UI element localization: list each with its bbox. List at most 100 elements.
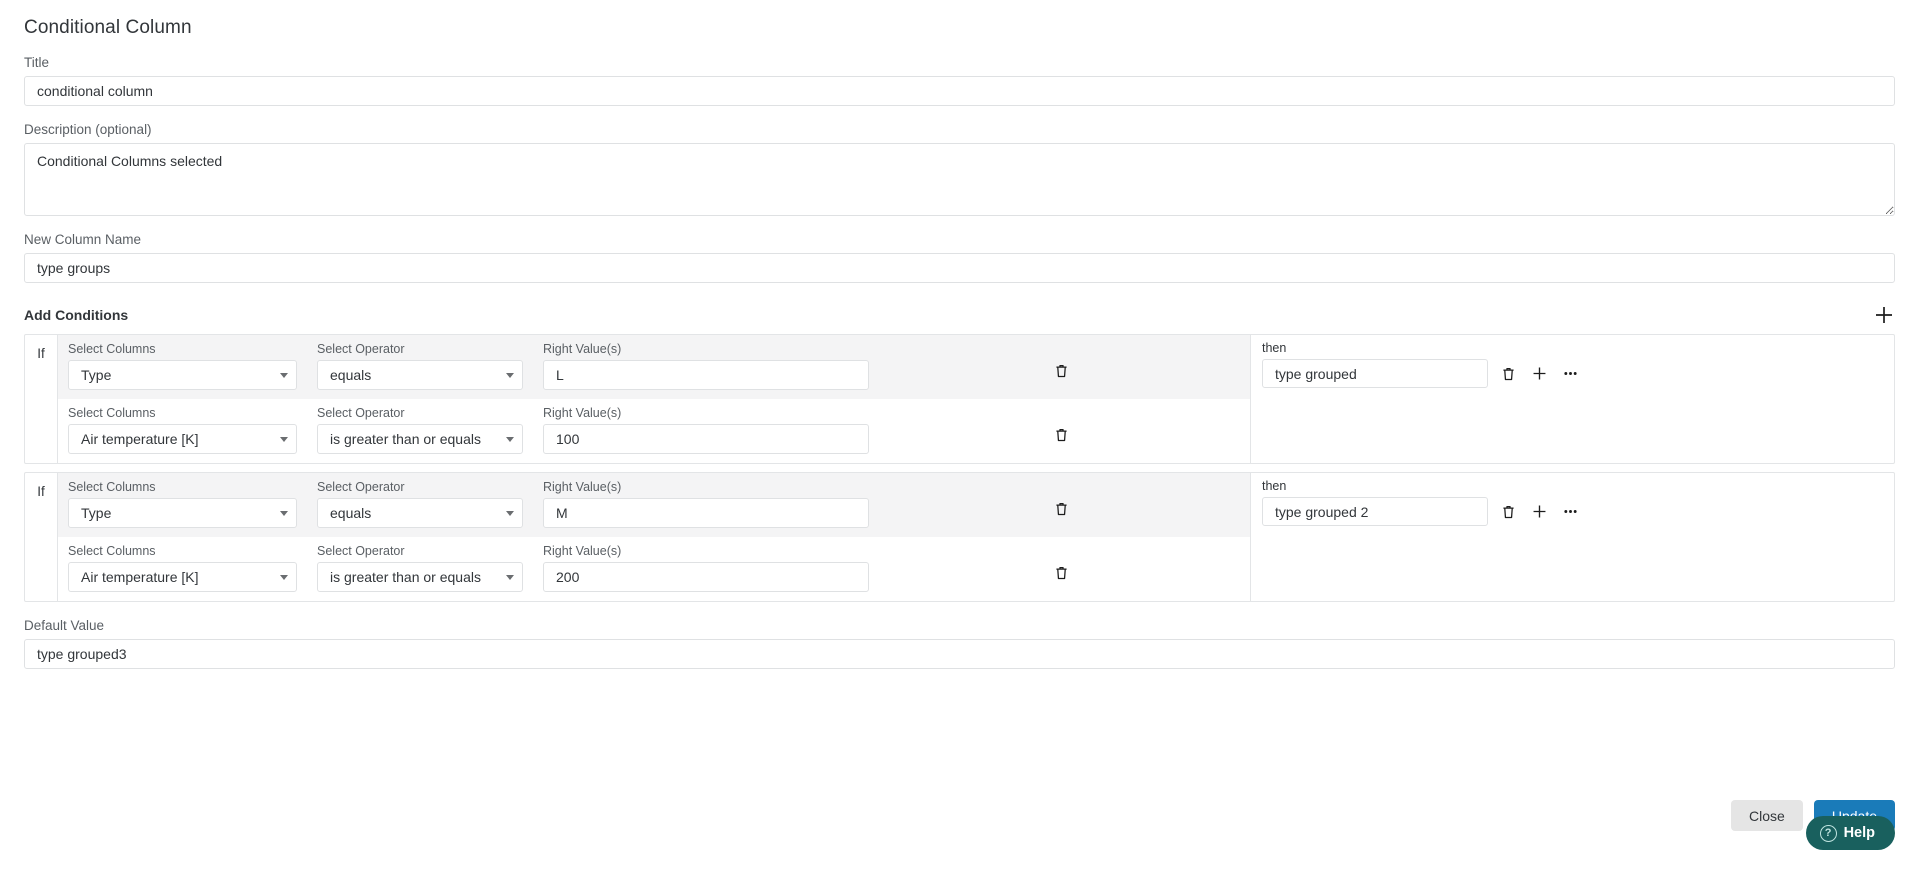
delete-condition-row-cell — [872, 480, 1250, 517]
chevron-down-icon — [506, 373, 514, 378]
condition-group-more-button[interactable] — [1562, 503, 1579, 520]
condition-group: If Select Columns Type Select Operator equal… — [24, 334, 1895, 464]
select-columns-cell: Select Columns Type — [58, 342, 307, 390]
select-columns-value: Type — [81, 505, 112, 521]
plus-icon — [1533, 505, 1546, 518]
default-value-label: Default Value — [24, 618, 105, 633]
right-values-cell: Right Value(s) — [533, 480, 872, 528]
help-widget-button[interactable]: ? Help — [1805, 816, 1895, 850]
delete-condition-row-button[interactable] — [1053, 564, 1070, 581]
delete-condition-group-button[interactable] — [1500, 503, 1517, 520]
right-values-label: Right Value(s) — [543, 342, 622, 356]
select-columns-value: Air temperature [K] — [81, 431, 199, 447]
select-operator-value: is greater than or equals — [330, 431, 481, 447]
if-label-cell: If — [25, 335, 57, 463]
right-values-cell: Right Value(s) — [533, 342, 872, 390]
plus-icon — [1533, 367, 1546, 380]
then-cell: then — [1251, 335, 1894, 463]
select-columns-label: Select Columns — [68, 544, 156, 558]
right-values-label: Right Value(s) — [543, 544, 622, 558]
add-conditions-title: Add Conditions — [24, 307, 129, 323]
chevron-down-icon — [506, 511, 514, 516]
description-field-label: Description (optional) — [24, 122, 152, 137]
page-title: Conditional Column — [24, 17, 192, 38]
add-condition-group-button[interactable] — [1873, 304, 1895, 326]
chevron-down-icon — [280, 437, 288, 442]
if-label: If — [37, 346, 45, 361]
select-operator-dropdown[interactable]: equals — [317, 498, 523, 528]
description-textarea[interactable]: Conditional Columns selected — [24, 143, 1895, 216]
question-circle-icon: ? — [1819, 824, 1837, 842]
chevron-down-icon — [506, 575, 514, 580]
condition-rows: Select Columns Type Select Operator equals R… — [57, 473, 1251, 601]
select-operator-dropdown[interactable]: equals — [317, 360, 523, 390]
ellipsis-icon — [1564, 510, 1577, 513]
delete-condition-row-cell — [872, 406, 1250, 443]
trash-icon — [1503, 506, 1514, 519]
select-operator-dropdown[interactable]: is greater than or equals — [317, 424, 523, 454]
ellipsis-icon — [1564, 372, 1577, 375]
condition-group: If Select Columns Type Select Operator equal… — [24, 472, 1895, 602]
select-columns-dropdown[interactable]: Air temperature [K] — [68, 562, 297, 592]
select-operator-label: Select Operator — [317, 342, 405, 356]
condition-row: Select Columns Air temperature [K] Select … — [58, 537, 1250, 601]
right-value-input[interactable] — [543, 360, 869, 390]
new-column-name-input[interactable] — [24, 253, 1895, 283]
right-value-input[interactable] — [543, 424, 869, 454]
then-cell: then — [1251, 473, 1894, 601]
add-condition-row-button[interactable] — [1531, 503, 1548, 520]
right-values-label: Right Value(s) — [543, 480, 622, 494]
delete-condition-group-button[interactable] — [1500, 365, 1517, 382]
then-label: then — [1262, 341, 1287, 355]
add-condition-row-button[interactable] — [1531, 365, 1548, 382]
select-operator-value: equals — [330, 505, 372, 521]
new-column-name-label: New Column Name — [24, 232, 142, 247]
chevron-down-icon — [280, 373, 288, 378]
delete-condition-row-button[interactable] — [1053, 362, 1070, 379]
trash-icon — [1055, 429, 1067, 442]
right-values-cell: Right Value(s) — [533, 406, 872, 454]
right-value-input[interactable] — [543, 562, 869, 592]
select-columns-dropdown[interactable]: Type — [68, 498, 297, 528]
right-values-cell: Right Value(s) — [533, 544, 872, 592]
help-widget-label: Help — [1843, 825, 1875, 841]
condition-row: Select Columns Air temperature [K] Select … — [58, 399, 1250, 463]
close-button[interactable]: Close — [1731, 800, 1803, 831]
select-columns-label: Select Columns — [68, 480, 156, 494]
trash-icon — [1055, 503, 1067, 516]
default-value-input[interactable] — [24, 639, 1895, 669]
select-operator-label: Select Operator — [317, 480, 405, 494]
delete-condition-row-cell — [872, 342, 1250, 379]
trash-icon — [1503, 368, 1514, 381]
condition-rows: Select Columns Type Select Operator equals R… — [57, 335, 1251, 463]
delete-condition-row-cell — [872, 544, 1250, 581]
trash-icon — [1055, 365, 1067, 378]
if-label: If — [37, 484, 45, 499]
title-input[interactable] — [24, 76, 1895, 106]
select-operator-cell: Select Operator is greater than or equals — [307, 406, 533, 454]
select-columns-label: Select Columns — [68, 342, 156, 356]
right-values-label: Right Value(s) — [543, 406, 622, 420]
condition-row: Select Columns Type Select Operator equals R… — [58, 335, 1250, 399]
if-label-cell: If — [25, 473, 57, 601]
select-columns-dropdown[interactable]: Type — [68, 360, 297, 390]
select-columns-value: Type — [81, 367, 112, 383]
select-operator-dropdown[interactable]: is greater than or equals — [317, 562, 523, 592]
then-label: then — [1262, 479, 1287, 493]
select-operator-label: Select Operator — [317, 544, 405, 558]
chevron-down-icon — [280, 575, 288, 580]
condition-groups-list: If Select Columns Type Select Operator equal… — [24, 334, 1895, 602]
select-columns-label: Select Columns — [68, 406, 156, 420]
select-columns-cell: Select Columns Air temperature [K] — [58, 406, 307, 454]
select-columns-dropdown[interactable]: Air temperature [K] — [68, 424, 297, 454]
chevron-down-icon — [280, 511, 288, 516]
delete-condition-row-button[interactable] — [1053, 500, 1070, 517]
select-columns-value: Air temperature [K] — [81, 569, 199, 585]
then-value-input[interactable] — [1262, 497, 1488, 526]
then-value-input[interactable] — [1262, 359, 1488, 388]
condition-group-more-button[interactable] — [1562, 365, 1579, 382]
delete-condition-row-button[interactable] — [1053, 426, 1070, 443]
select-operator-cell: Select Operator equals — [307, 342, 533, 390]
right-value-input[interactable] — [543, 498, 869, 528]
condition-row: Select Columns Type Select Operator equals R… — [58, 473, 1250, 537]
